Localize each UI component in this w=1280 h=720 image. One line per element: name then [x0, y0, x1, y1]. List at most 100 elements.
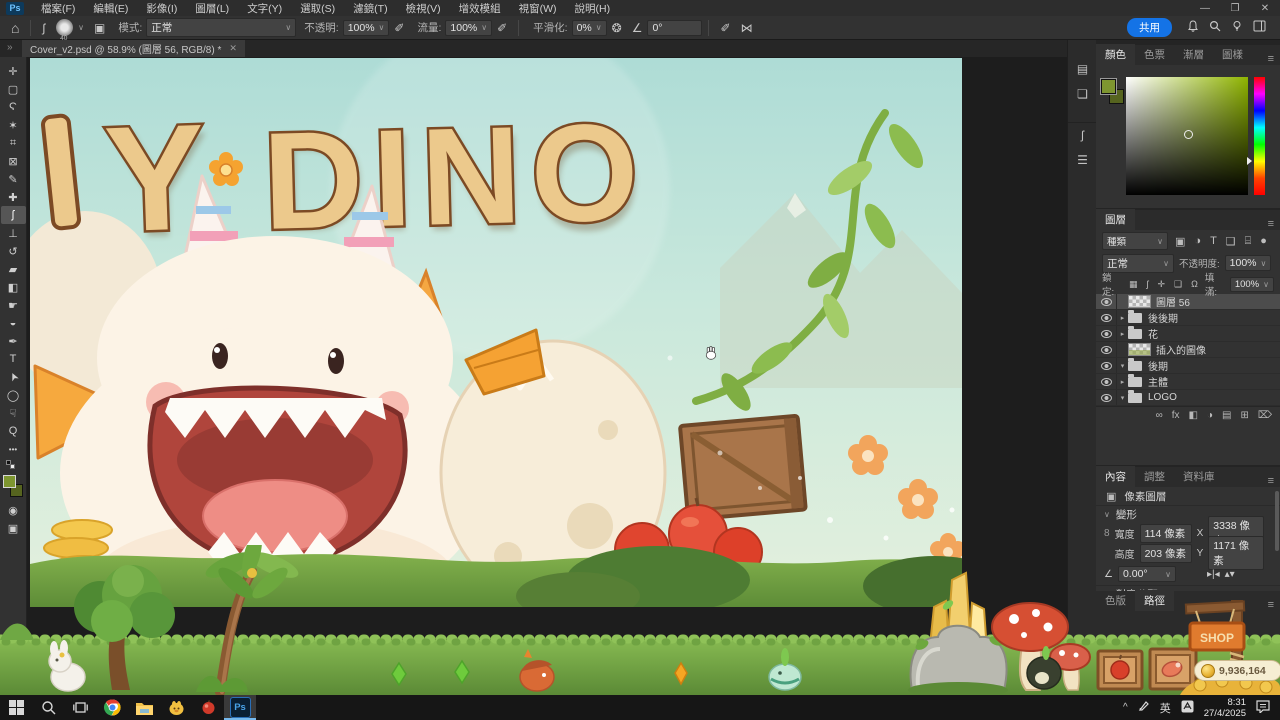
fill-select[interactable]: 100%∨ [1230, 277, 1274, 292]
restore-button[interactable]: ❐ [1220, 0, 1250, 16]
rotate-field[interactable]: 0.00°∨ [1118, 566, 1176, 582]
tab-libraries[interactable]: 資料庫 [1174, 466, 1224, 487]
menu-plugins[interactable]: 增效模組 [450, 0, 510, 16]
filter-adjustment-icon[interactable]: ◑ [1192, 235, 1203, 247]
tab-gradients[interactable]: 漸層 [1174, 44, 1213, 65]
delete-layer-icon[interactable]: ⌦ [1258, 410, 1272, 421]
screen-mode-icon[interactable]: ▣ [1, 519, 26, 537]
tab-close-icon[interactable]: ✕ [229, 43, 237, 54]
layer-thumbnail[interactable] [1128, 295, 1151, 308]
edit-toolbar-icon[interactable]: ••• [1, 440, 26, 458]
home-icon[interactable]: ⌂ [6, 20, 24, 36]
file-explorer-icon[interactable] [128, 695, 160, 720]
minimize-button[interactable]: — [1190, 0, 1220, 16]
layer-row-layer56[interactable]: 圖層 56 [1096, 294, 1280, 310]
brushes-panel-icon[interactable]: ☰ [1068, 147, 1097, 172]
layer-row-group-postpost[interactable]: ▸ 後後期 [1096, 310, 1280, 326]
y-field[interactable]: 1171 像素 [1208, 536, 1264, 570]
flip-horizontal-icon[interactable]: ▸|◂ [1207, 569, 1220, 580]
new-layer-icon[interactable]: ⊞ [1240, 410, 1248, 421]
tab-layers[interactable]: 圖層 [1096, 209, 1135, 230]
chrome-icon[interactable] [96, 695, 128, 720]
layer-row-group-post[interactable]: ▾ 後期 [1096, 358, 1280, 374]
brush-preset-picker[interactable]: 40 [56, 19, 73, 36]
menu-filter[interactable]: 濾鏡(T) [344, 0, 396, 16]
lock-position-icon[interactable]: ✛ [1155, 279, 1167, 290]
panel-menu-icon[interactable]: ≡ [1262, 53, 1280, 65]
menu-layer[interactable]: 圖層(L) [186, 0, 238, 16]
smoothing-options-gear-icon[interactable]: ❂ [607, 21, 627, 35]
frame-tool[interactable]: ⊠ [1, 152, 26, 170]
tab-color[interactable]: 顏色 [1096, 44, 1135, 65]
layer-row-group-flower[interactable]: ▸ 花 [1096, 326, 1280, 342]
workspace-switcher-icon[interactable] [1248, 20, 1272, 35]
filter-kind-select[interactable]: 種類∨ [1102, 232, 1168, 250]
pen-tool[interactable]: ✒ [1, 332, 26, 350]
brush-angle-field[interactable]: 0° [647, 20, 702, 36]
layer-row-inserted-image[interactable]: 插入的圖像 [1096, 342, 1280, 358]
flip-vertical-icon[interactable]: ▴▾ [1225, 569, 1235, 580]
search-icon[interactable] [1204, 20, 1226, 35]
height-field[interactable]: 203 像素 [1140, 544, 1192, 563]
brush-settings-panel-icon[interactable]: ʃ [1068, 122, 1097, 147]
default-swatches-icon[interactable] [1, 458, 26, 470]
flow-select[interactable]: 100%∨ [445, 20, 492, 36]
menu-type[interactable]: 文字(Y) [238, 0, 291, 16]
smudge-tool[interactable]: ☛ [1, 296, 26, 314]
crop-tool[interactable]: ⌗ [1, 134, 26, 152]
start-button[interactable] [0, 695, 32, 720]
lasso-tool[interactable]: Ϛ [1, 98, 26, 116]
canvas-area[interactable]: Y DINO Y DINO [27, 57, 1067, 695]
foreground-background-swatches[interactable] [1, 473, 26, 501]
comments-panel-icon[interactable]: ❏ [1068, 81, 1097, 106]
ime-mode-icon[interactable] [1181, 700, 1194, 716]
panel-foreground-swatch[interactable] [1101, 79, 1116, 94]
zoom-tool[interactable]: Q [1, 422, 26, 440]
layers-panel-menu-icon[interactable]: ≡ [1262, 218, 1280, 230]
foreground-color-swatch[interactable] [3, 475, 16, 488]
magic-wand-tool[interactable]: ✶ [1, 116, 26, 134]
tab-paths[interactable]: 路徑 [1135, 590, 1174, 611]
tab-adjustments[interactable]: 調整 [1135, 466, 1174, 487]
lock-transparent-icon[interactable]: ▦ [1127, 279, 1140, 290]
taskbar-search-icon[interactable] [32, 695, 64, 720]
game-app-icon[interactable] [160, 695, 192, 720]
menu-select[interactable]: 選取(S) [291, 0, 344, 16]
channels-panel-menu-icon[interactable]: ≡ [1262, 599, 1280, 611]
lock-all-icon[interactable]: Ω [1189, 279, 1200, 289]
dodge-tool[interactable]: ◒ [1, 314, 26, 332]
opacity-select[interactable]: 100%∨ [343, 20, 390, 36]
share-button[interactable]: 共用 [1127, 18, 1172, 37]
menu-image[interactable]: 影像(I) [137, 0, 186, 16]
hand-tool[interactable]: ☟ [1, 404, 26, 422]
smoothing-select[interactable]: 0%∨ [572, 20, 607, 36]
marquee-tool[interactable]: ▢ [1, 80, 26, 98]
windows-ink-icon[interactable] [1138, 700, 1150, 715]
symmetry-icon[interactable]: ⋈ [736, 21, 758, 35]
properties-scrollbar[interactable] [1275, 491, 1279, 551]
red-app-icon[interactable] [192, 695, 224, 720]
lock-artboard-icon[interactable]: ❑ [1172, 279, 1184, 290]
adjustment-layer-icon[interactable]: ◑ [1207, 410, 1213, 421]
document-canvas[interactable]: Y DINO Y DINO [30, 58, 962, 607]
layer-opacity-select[interactable]: 100%∨ [1225, 255, 1272, 271]
gradient-tool[interactable]: ◧ [1, 278, 26, 296]
bell-icon[interactable] [1182, 20, 1204, 35]
width-field[interactable]: 114 像素 [1140, 524, 1192, 543]
notification-center-icon[interactable] [1256, 700, 1270, 716]
menu-edit[interactable]: 編輯(E) [84, 0, 137, 16]
hue-slider[interactable] [1254, 77, 1265, 195]
brush-settings-toggle-icon[interactable]: ▣ [89, 21, 110, 35]
blend-mode-select[interactable]: 正常∨ [146, 18, 296, 37]
tab-channels[interactable]: 色版 [1096, 590, 1135, 611]
layer-thumbnail[interactable] [1128, 343, 1151, 356]
link-layers-icon[interactable]: ∞ [1156, 410, 1163, 421]
filter-type-icon[interactable]: T [1208, 235, 1219, 247]
layer-row-group-main[interactable]: ▸ 主體 [1096, 374, 1280, 390]
taskbar-clock[interactable]: 8:31 27/4/2025 [1204, 697, 1246, 719]
document-tab[interactable]: Cover_v2.psd @ 58.9% (圖層 56, RGB/8) * ✕ [22, 40, 245, 57]
photoshop-taskbar-icon[interactable]: Ps [224, 695, 256, 720]
filter-shape-icon[interactable]: ❑ [1224, 235, 1238, 248]
discover-bulb-icon[interactable] [1226, 20, 1248, 35]
layer-style-fx-icon[interactable]: fx [1172, 410, 1180, 421]
